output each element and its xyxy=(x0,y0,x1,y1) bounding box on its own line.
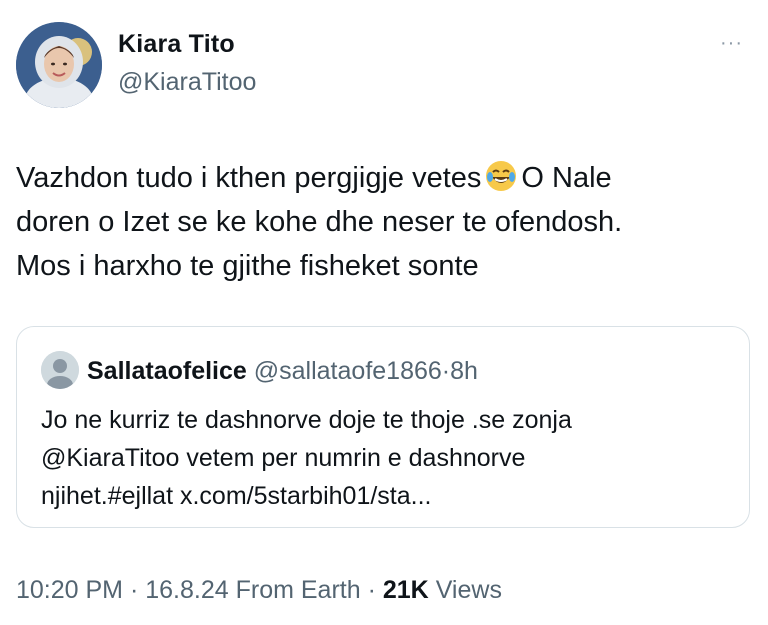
tweet-time[interactable]: 10:20 PM xyxy=(16,576,123,604)
quoted-timestamp[interactable]: 8h xyxy=(450,357,478,385)
author-display-name[interactable]: Kiara Tito xyxy=(118,30,235,59)
quoted-author-handle[interactable]: @sallataofe1866 xyxy=(254,357,442,385)
quoted-author-avatar[interactable] xyxy=(41,351,79,389)
quoted-separator: · xyxy=(441,357,451,385)
tweet-line1-end: O Nale xyxy=(521,162,612,194)
footer-separator: · xyxy=(129,576,139,604)
quoted-tweet-text: Jo ne kurriz te dashnorve doje te thoje … xyxy=(41,406,572,510)
laughing-tears-emoji-icon xyxy=(486,161,517,191)
tweet-line1-start: Vazhdon tudo i kthen pergjigje vetes xyxy=(16,162,482,194)
quoted-header: Sallataofelice @sallataofe1866·8h xyxy=(87,357,478,386)
tweet-date-source[interactable]: 16.8.24 From Earth xyxy=(145,576,360,604)
tweet-metadata: 10:20 PM · 16.8.24 From Earth · 21K View… xyxy=(16,576,502,605)
more-options-icon[interactable]: ··· xyxy=(720,32,743,55)
author-handle[interactable]: @KiaraTitoo xyxy=(118,68,256,97)
tweet-line3: Mos i harxho te gjithe fisheket sonte xyxy=(16,250,479,282)
quoted-author-name[interactable]: Sallataofelice xyxy=(87,357,247,385)
author-avatar[interactable] xyxy=(16,22,102,108)
tweet-line2: doren o Izet se ke kohe dhe neser te ofe… xyxy=(16,206,623,238)
footer-separator: · xyxy=(367,576,376,604)
tweet-text: Vazhdon tudo i kthen pergjigje vetes O N… xyxy=(16,156,736,288)
views-count[interactable]: 21K xyxy=(383,576,429,604)
views-label: Views xyxy=(435,576,502,604)
quoted-tweet-card[interactable]: Sallataofelice @sallataofe1866·8h Jo ne … xyxy=(16,326,750,528)
